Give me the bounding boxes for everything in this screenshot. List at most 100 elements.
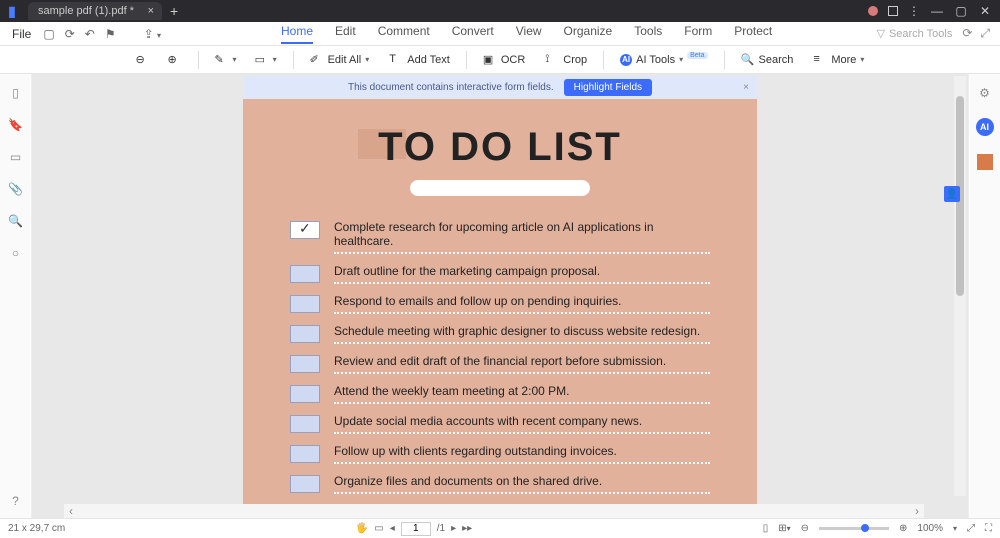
tab-organize[interactable]: Organize: [564, 24, 613, 44]
fit-width-icon[interactable]: ⤢: [967, 523, 975, 534]
todo-text: Update social media accounts with recent…: [334, 414, 710, 434]
expand-icon[interactable]: ⤢: [980, 26, 990, 41]
todo-text: Follow up with clients regarding outstan…: [334, 444, 710, 464]
horizontal-scrollbar[interactable]: ‹ ›: [64, 504, 924, 518]
app-logo-icon: ▮: [0, 0, 24, 22]
vertical-scrollbar[interactable]: [954, 76, 966, 496]
todo-text: Attend the weekly team meeting at 2:00 P…: [334, 384, 710, 404]
highlighter-tool[interactable]: ✎▾: [209, 51, 243, 69]
maximize-icon[interactable]: ▢: [954, 4, 968, 18]
todo-checkbox[interactable]: [290, 295, 320, 313]
zoom-out-status[interactable]: ⊖: [801, 523, 809, 534]
zoom-percent: 100%: [917, 523, 943, 534]
search-button[interactable]: 🔍Search: [735, 51, 800, 69]
search-tools-placeholder: Search Tools: [889, 28, 952, 40]
todo-checkbox[interactable]: [290, 415, 320, 433]
more-panel-icon[interactable]: ○: [12, 246, 19, 260]
contact-badge-icon[interactable]: 👤: [944, 186, 960, 202]
view-mode2-icon[interactable]: ⊞▾: [778, 523, 790, 534]
ai-tools-button[interactable]: AIAI Tools▾Beta: [614, 52, 713, 68]
info-text: This document contains interactive form …: [348, 82, 554, 93]
settings-sliders-icon[interactable]: ⚙: [979, 86, 990, 100]
info-close-icon[interactable]: ×: [743, 82, 749, 93]
todo-checkbox[interactable]: [290, 265, 320, 283]
shape-tool[interactable]: ▭▾: [249, 51, 283, 69]
end-page-icon[interactable]: ▸▸: [462, 523, 472, 534]
tab-edit[interactable]: Edit: [335, 24, 356, 44]
page-total: /1: [437, 523, 445, 534]
zoom-in-button[interactable]: ⊕: [162, 51, 188, 69]
window-mode-icon[interactable]: [888, 6, 898, 16]
todo-item: Organize files and documents on the shar…: [290, 474, 710, 494]
user-avatar-icon[interactable]: [868, 6, 878, 16]
quick-access: ▢ ⟳ ↶ ⚑ ⇪ ▾: [43, 27, 161, 41]
todo-text: Organize files and documents on the shar…: [334, 474, 710, 494]
help-icon[interactable]: ?: [12, 494, 19, 508]
todo-text: Draft outline for the marketing campaign…: [334, 264, 710, 284]
zoom-slider[interactable]: [819, 527, 889, 530]
view-mode1-icon[interactable]: ▯: [763, 523, 769, 534]
share-icon[interactable]: ⇪ ▾: [144, 27, 161, 41]
close-tab-icon[interactable]: ×: [148, 5, 154, 17]
canvas-area: This document contains interactive form …: [32, 74, 968, 518]
thumbnails-icon[interactable]: ▯: [12, 86, 19, 100]
todo-item: Schedule meeting with graphic designer t…: [290, 324, 710, 344]
todo-checkbox[interactable]: [290, 325, 320, 343]
todo-item: Complete research for upcoming article o…: [290, 220, 710, 254]
todo-item: Review and edit draft of the financial r…: [290, 354, 710, 374]
sync-icon[interactable]: ⟳: [962, 26, 972, 41]
save-icon[interactable]: ⟳: [65, 27, 75, 41]
todo-checkbox[interactable]: [290, 221, 320, 239]
tab-comment[interactable]: Comment: [378, 24, 430, 44]
tab-convert[interactable]: Convert: [452, 24, 494, 44]
tab-home[interactable]: Home: [281, 24, 313, 44]
minimize-icon[interactable]: —: [930, 4, 944, 18]
more-button[interactable]: ≡More▾: [807, 51, 870, 69]
ai-icon: AI: [620, 54, 632, 66]
todo-checkbox[interactable]: [290, 475, 320, 493]
zoom-in-status[interactable]: ⊕: [899, 523, 907, 534]
document-heading: TO DO LIST: [378, 125, 622, 170]
tab-form[interactable]: Form: [684, 24, 712, 44]
file-menu[interactable]: File: [0, 27, 43, 41]
ocr-button[interactable]: ▣OCR: [477, 51, 531, 69]
todo-text: Complete research for upcoming article o…: [334, 220, 710, 254]
page-nav-icon[interactable]: 🖐: [356, 523, 368, 534]
fullscreen-icon[interactable]: ⛶: [985, 523, 992, 534]
page-number-input[interactable]: [401, 522, 431, 536]
prev-page-icon[interactable]: ◂: [390, 523, 395, 534]
document-tab[interactable]: sample pdf (1).pdf * ×: [28, 2, 162, 20]
page-dimensions: 21 x 29,7 cm: [8, 523, 65, 534]
search-panel-icon[interactable]: 🔍: [8, 214, 23, 228]
zoom-out-button[interactable]: ⊖: [130, 51, 156, 69]
crop-button[interactable]: ⟟Crop: [539, 51, 593, 69]
redo-flag-icon[interactable]: ⚑: [105, 27, 116, 41]
todo-checkbox[interactable]: [290, 355, 320, 373]
kebab-menu-icon[interactable]: ⋮: [908, 4, 920, 18]
fit-icon[interactable]: ▭: [374, 523, 383, 534]
undo-icon[interactable]: ↶: [85, 27, 95, 41]
layers-icon[interactable]: ▭: [10, 150, 21, 164]
tab-view[interactable]: View: [516, 24, 542, 44]
next-page-icon[interactable]: ▸: [451, 523, 456, 534]
highlight-fields-button[interactable]: Highlight Fields: [564, 79, 652, 96]
open-icon[interactable]: ▢: [43, 27, 54, 41]
workspace: ▯ 🔖 ▭ 📎 🔍 ○ ? This document contains int…: [0, 74, 1000, 518]
office-icon[interactable]: [977, 154, 993, 170]
ai-assistant-icon[interactable]: AI: [976, 118, 994, 136]
attachments-icon[interactable]: 📎: [8, 182, 23, 196]
todo-text: Review and edit draft of the financial r…: [334, 354, 710, 374]
tab-protect[interactable]: Protect: [734, 24, 772, 44]
bookmarks-icon[interactable]: 🔖: [8, 118, 23, 132]
new-tab-button[interactable]: +: [170, 3, 178, 19]
todo-checkbox[interactable]: [290, 445, 320, 463]
titlebar: ▮ sample pdf (1).pdf * × + ⋮ — ▢ ✕: [0, 0, 1000, 22]
edit-all-button[interactable]: ✐Edit All▾: [304, 51, 376, 69]
close-window-icon[interactable]: ✕: [978, 4, 992, 18]
search-tools-field[interactable]: ▽ Search Tools: [876, 27, 952, 40]
scroll-left-icon[interactable]: ‹: [64, 504, 78, 518]
todo-checkbox[interactable]: [290, 385, 320, 403]
scroll-right-icon[interactable]: ›: [910, 504, 924, 518]
add-text-button[interactable]: TAdd Text: [383, 51, 456, 69]
tab-tools[interactable]: Tools: [634, 24, 662, 44]
